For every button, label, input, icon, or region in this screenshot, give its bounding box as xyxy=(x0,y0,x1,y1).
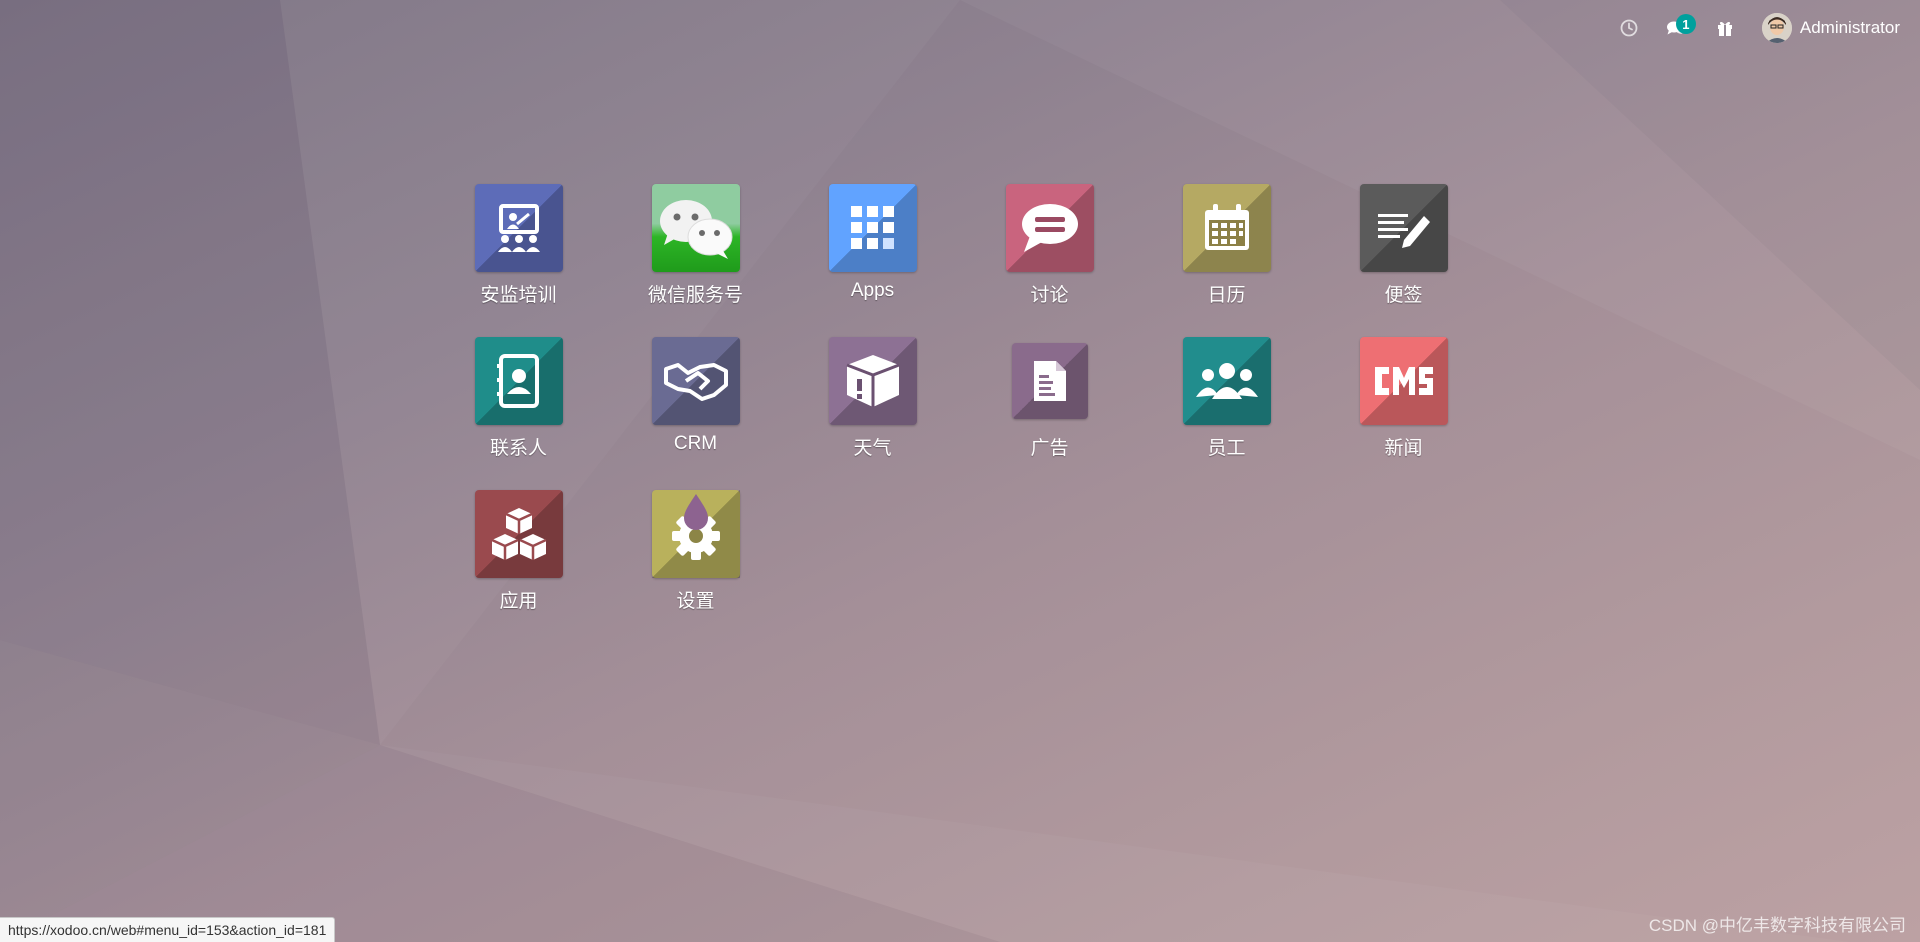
presentation-icon xyxy=(474,184,563,272)
app-label: 员工 xyxy=(1207,438,1246,459)
app-contacts[interactable]: 联系人 xyxy=(430,333,607,486)
app-label: 日历 xyxy=(1207,285,1246,306)
gift-button[interactable] xyxy=(1702,8,1748,48)
app-discuss[interactable]: 讨论 xyxy=(961,180,1138,333)
app-crm[interactable]: CRM xyxy=(607,333,784,486)
calendar-icon xyxy=(1182,184,1271,272)
gift-icon xyxy=(1717,21,1732,36)
app-label: 广告 xyxy=(1030,438,1069,459)
app-employees[interactable]: 员工 xyxy=(1138,333,1315,486)
app-news[interactable]: 新闻 xyxy=(1315,333,1492,486)
wechat-icon xyxy=(651,184,740,272)
app-wechat-service[interactable]: 微信服务号 xyxy=(607,180,784,333)
app-label: 微信服务号 xyxy=(647,285,743,306)
app-notes[interactable]: 便签 xyxy=(1315,180,1492,333)
app-label: 应用 xyxy=(499,591,538,612)
avatar xyxy=(1761,13,1792,43)
activity-button[interactable] xyxy=(1606,8,1652,48)
app-calendar[interactable]: 日历 xyxy=(1138,180,1315,333)
gear-drop-icon xyxy=(651,490,740,578)
grid-icon xyxy=(828,184,917,272)
app-settings[interactable]: 设置 xyxy=(607,486,784,639)
user-name: Administrator xyxy=(1799,18,1900,37)
app-applications[interactable]: 应用 xyxy=(430,486,607,639)
app-label: 设置 xyxy=(676,591,715,612)
clock-icon xyxy=(1620,19,1638,37)
app-label: Apps xyxy=(850,280,895,301)
watermark: CSDN @中亿丰数字科技有限公司 xyxy=(1648,916,1906,935)
users-icon xyxy=(1182,337,1271,425)
cubes-icon xyxy=(474,490,563,578)
address-book-icon xyxy=(474,337,563,425)
app-label: 新闻 xyxy=(1384,438,1423,459)
messages-button[interactable]: 1 xyxy=(1652,8,1702,48)
note-pencil-icon xyxy=(1359,184,1448,272)
document-icon xyxy=(1011,343,1088,419)
cms-icon xyxy=(1359,337,1448,425)
app-label: 联系人 xyxy=(489,438,547,459)
app-label: CRM xyxy=(673,433,718,454)
app-safety-training[interactable]: 安监培训 xyxy=(430,180,607,333)
app-weather[interactable]: 天气 xyxy=(784,333,961,486)
messages-count-badge: 1 xyxy=(1675,14,1696,34)
app-label: 安监培训 xyxy=(480,285,557,306)
app-apps[interactable]: Apps xyxy=(784,180,961,333)
app-ads[interactable]: 广告 xyxy=(961,333,1138,486)
apps-grid: 安监培训 微信服务号 Apps 讨论 日历 便签 联系人 CRM 天气 广告 员… xyxy=(430,180,1492,639)
user-menu[interactable]: Administrator xyxy=(1748,8,1900,48)
top-bar: 1 Administrator xyxy=(1500,0,1920,56)
handshake-icon xyxy=(651,337,740,425)
package-alert-icon xyxy=(828,337,917,425)
app-label: 便签 xyxy=(1384,285,1423,306)
chat-icon xyxy=(1005,184,1094,272)
status-url-bar: https://xodoo.cn/web#menu_id=153&action_… xyxy=(0,917,336,942)
app-label: 天气 xyxy=(853,438,892,459)
app-label: 讨论 xyxy=(1030,285,1069,306)
